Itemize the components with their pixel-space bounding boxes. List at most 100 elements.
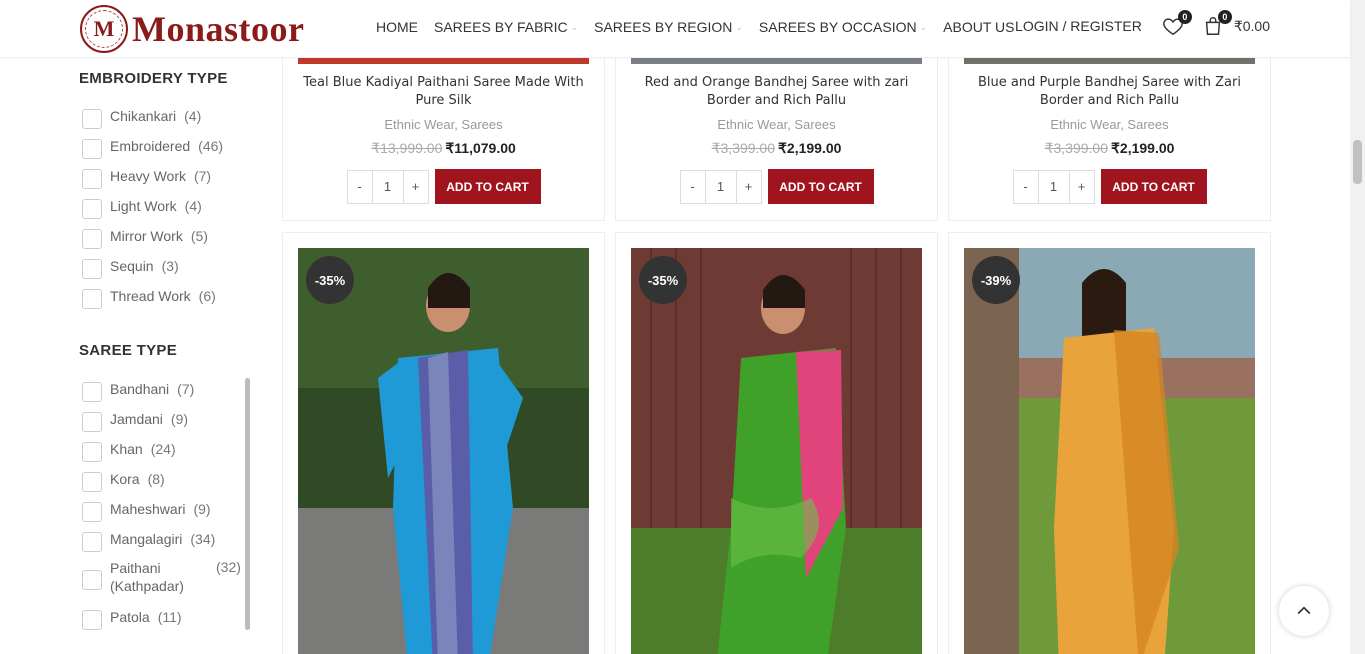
filter-khan[interactable]: Khan (24): [82, 441, 242, 471]
cart-total[interactable]: ₹0.00: [1234, 18, 1270, 35]
cart-button[interactable]: 0: [1202, 10, 1232, 37]
product-card: -39%: [948, 232, 1271, 654]
checkbox[interactable]: [82, 199, 102, 219]
nav-about-us[interactable]: ABOUT US: [943, 19, 1014, 35]
qty-plus-button[interactable]: +: [737, 171, 761, 203]
filter-label: Chikankari: [110, 108, 177, 124]
filter-count: (34): [190, 531, 216, 547]
add-to-cart-button[interactable]: ADD TO CART: [434, 169, 541, 204]
page-scrollbar-thumb[interactable]: [1353, 140, 1362, 184]
filter-count: (7): [177, 381, 195, 397]
qty-minus-button[interactable]: -: [681, 171, 705, 203]
filter-scrollbar-thumb[interactable]: [245, 378, 250, 630]
checkbox[interactable]: [82, 169, 102, 189]
old-price: ₹13,999.00: [371, 140, 443, 156]
product-title[interactable]: Red and Orange Bandhej Saree with zari B…: [631, 74, 922, 110]
filter-heavy-work[interactable]: Heavy Work (7): [82, 168, 259, 198]
filter-light-work[interactable]: Light Work (4): [82, 198, 259, 228]
filter-embroidered[interactable]: Embroidered (46): [82, 138, 259, 168]
nav-sarees-by-occasion[interactable]: SAREES BY OCCASION ⌄: [759, 19, 927, 35]
filter-label: Embroidered: [110, 138, 191, 154]
filter-paithani[interactable]: Paithani (Kathpadar) (32): [82, 559, 242, 609]
logo-text: Monastoor: [132, 9, 305, 49]
checkbox[interactable]: [82, 472, 102, 492]
qty-input[interactable]: 1: [704, 170, 737, 203]
logo-letter: M: [93, 16, 115, 41]
logo[interactable]: M Monastoor: [80, 5, 304, 53]
add-to-cart-button[interactable]: ADD TO CART: [767, 169, 874, 204]
filter-count: (46): [198, 138, 224, 154]
filter-kora[interactable]: Kora (8): [82, 471, 242, 501]
nav-label: ABOUT US: [943, 19, 1015, 35]
checkbox[interactable]: [82, 610, 102, 630]
page-scrollbar[interactable]: [1350, 0, 1365, 654]
checkbox[interactable]: [82, 139, 102, 159]
filter-label: Jamdani: [110, 411, 163, 427]
nav-sarees-by-fabric[interactable]: SAREES BY FABRIC ⌄: [434, 19, 578, 35]
checkbox[interactable]: [82, 442, 102, 462]
saree-photo-blue: [298, 248, 589, 654]
wishlist-count-badge: 0: [1177, 10, 1192, 24]
qty-plus-button[interactable]: +: [1070, 171, 1094, 203]
filter-patola[interactable]: Patola (11): [82, 609, 242, 639]
filter-count: (9): [193, 501, 211, 517]
filter-label: Paithani (Kathpadar): [110, 560, 184, 594]
login-register-link[interactable]: LOGIN / REGISTER: [1015, 18, 1142, 34]
product-card: Red and Orange Bandhej Saree with zari B…: [615, 40, 938, 221]
filter-sequin[interactable]: Sequin (3): [82, 258, 259, 288]
filter-mangalagiri[interactable]: Mangalagiri (34): [82, 531, 242, 561]
product-card: -35%: [615, 232, 938, 654]
header-actions: LOGIN / REGISTER 0 0 ₹0.00: [1015, 10, 1270, 37]
checkbox[interactable]: [82, 412, 102, 432]
checkbox[interactable]: [82, 532, 102, 552]
nav-label: SAREES BY OCCASION: [758, 19, 917, 35]
checkbox[interactable]: [82, 289, 102, 309]
product-categories[interactable]: Ethnic Wear, Sarees: [964, 117, 1255, 132]
filter-label: Thread Work: [110, 288, 191, 304]
qty-minus-button[interactable]: -: [1014, 171, 1038, 203]
product-image-strip: [631, 58, 922, 64]
filter-scrollbar[interactable]: [245, 378, 250, 630]
qty-plus-button[interactable]: +: [404, 171, 428, 203]
old-price: ₹3,399.00: [711, 140, 775, 156]
product-price: ₹3,399.00 ₹2,199.00: [964, 140, 1255, 157]
checkbox[interactable]: [82, 382, 102, 402]
filter-bandhani[interactable]: Bandhani (7): [82, 381, 242, 411]
saree-type-filter-list: Bandhani (7) Jamdani (9) Khan (24) Kora (8) …: [82, 381, 242, 639]
nav-home[interactable]: HOME: [376, 19, 418, 35]
scroll-to-top-button[interactable]: [1279, 586, 1329, 636]
checkbox[interactable]: [82, 109, 102, 129]
filter-chikankari[interactable]: Chikankari (4): [82, 108, 259, 138]
product-image[interactable]: -35%: [298, 248, 589, 654]
nav-sarees-by-region[interactable]: SAREES BY REGION ⌄: [594, 19, 743, 35]
product-categories[interactable]: Ethnic Wear, Sarees: [631, 117, 922, 132]
product-info: Teal Blue Kadiyal Paithani Saree Made Wi…: [283, 40, 604, 204]
checkbox[interactable]: [82, 570, 102, 590]
product-card: Teal Blue Kadiyal Paithani Saree Made Wi…: [282, 40, 605, 221]
filter-mirror-work[interactable]: Mirror Work (5): [82, 228, 259, 258]
checkbox[interactable]: [82, 229, 102, 249]
quantity-stepper: - 1 +: [679, 169, 762, 204]
filter-thread-work[interactable]: Thread Work (6): [82, 288, 259, 318]
add-to-cart-button[interactable]: ADD TO CART: [1100, 169, 1207, 204]
product-title[interactable]: Blue and Purple Bandhej Saree with Zari …: [964, 74, 1255, 110]
checkbox[interactable]: [82, 502, 102, 522]
filter-count: (5): [190, 228, 208, 244]
embroidery-filter-list: Chikankari (4) Embroidered (46) Heavy Work…: [82, 108, 259, 318]
product-image[interactable]: -39%: [964, 248, 1255, 654]
filter-count: (24): [150, 441, 176, 457]
product-image-strip: [964, 58, 1255, 64]
filter-maheshwari[interactable]: Maheshwari (9): [82, 501, 242, 531]
product-image[interactable]: -35%: [631, 248, 922, 654]
product-image-strip: [298, 58, 589, 64]
filter-label: Mirror Work: [110, 228, 183, 244]
wishlist-button[interactable]: 0: [1162, 10, 1192, 37]
checkbox[interactable]: [82, 259, 102, 279]
qty-input[interactable]: 1: [1037, 170, 1070, 203]
filter-jamdani[interactable]: Jamdani (9): [82, 411, 242, 441]
qty-minus-button[interactable]: -: [348, 171, 372, 203]
qty-input[interactable]: 1: [371, 170, 404, 203]
product-title[interactable]: Teal Blue Kadiyal Paithani Saree Made Wi…: [298, 74, 589, 110]
product-categories[interactable]: Ethnic Wear, Sarees: [298, 117, 589, 132]
product-info: Blue and Purple Bandhej Saree with Zari …: [949, 40, 1270, 204]
